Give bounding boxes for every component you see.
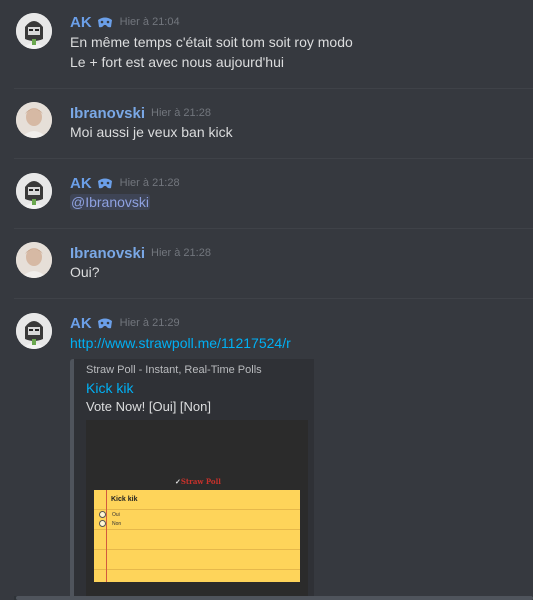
timestamp: Hier à 21:28 <box>151 107 211 119</box>
poll-notepad: Kick kik Oui Non <box>94 490 300 582</box>
message-text: En même temps c'était soit tom soit roy … <box>70 34 353 50</box>
robot-avatar-icon <box>16 173 52 209</box>
message-text: http://www.strawpoll.me/11217524/r <box>70 335 291 351</box>
message-ibranovski-2: Ibranovski Hier à 21:28 Oui? <box>0 230 533 298</box>
timestamp: Hier à 21:28 <box>151 247 211 259</box>
robot-avatar-icon <box>16 313 52 349</box>
scrollbar-thumb[interactable] <box>16 596 533 600</box>
avatar[interactable] <box>16 313 52 349</box>
username[interactable]: AK <box>70 175 92 192</box>
link-embed: Straw Poll - Instant, Real-Time Polls Ki… <box>70 359 314 600</box>
message-ak-1: AK Hier à 21:04 En même temps c'était so… <box>0 0 533 90</box>
poll-option-label: Oui <box>112 511 120 518</box>
message-ibranovski-1: Ibranovski Hier à 21:28 Moi aussi je veu… <box>0 90 533 158</box>
poll-title: Kick kik <box>111 496 138 503</box>
username[interactable]: Ibranovski <box>70 245 145 262</box>
strawpoll-link[interactable]: http://www.strawpoll.me/11217524/r <box>70 335 291 351</box>
poll-option: Oui <box>99 511 120 518</box>
avatar[interactable] <box>16 173 52 209</box>
message-text: @Ibranovski <box>70 194 151 210</box>
game-controller-icon <box>96 14 114 30</box>
radio-icon <box>99 511 106 518</box>
message-divider <box>14 158 533 159</box>
strawpoll-logo: ✓Straw Poll <box>175 477 221 486</box>
embed-description: Vote Now! [Oui] [Non] <box>86 399 212 414</box>
strawpoll-logo-text: Straw Poll <box>180 477 221 486</box>
embed-title[interactable]: Kick kik <box>86 380 133 396</box>
poll-option-label: Non <box>112 520 122 527</box>
message-divider <box>14 228 533 229</box>
game-controller-icon <box>96 175 114 191</box>
avatar[interactable] <box>16 242 52 278</box>
message-divider <box>14 88 533 89</box>
poll-option: Non <box>99 520 121 527</box>
chat-messages: AK Hier à 21:04 En même temps c'était so… <box>0 0 533 600</box>
radio-icon <box>99 520 106 527</box>
portrait-avatar-icon <box>16 102 52 138</box>
portrait-avatar-icon <box>16 242 52 278</box>
horizontal-scrollbar[interactable] <box>14 596 533 600</box>
robot-avatar-icon <box>16 13 52 49</box>
username[interactable]: Ibranovski <box>70 105 145 122</box>
message-ak-2: AK Hier à 21:28 @Ibranovski <box>0 160 533 228</box>
username[interactable]: AK <box>70 14 92 31</box>
avatar[interactable] <box>16 13 52 49</box>
user-mention[interactable]: @Ibranovski <box>70 194 151 210</box>
notepad-margin-line <box>106 490 107 582</box>
embed-image[interactable]: ✓Straw Poll Kick kik Oui Non <box>86 420 308 600</box>
timestamp: Hier à 21:04 <box>119 16 180 28</box>
message-text: Le + fort est avec nous aujourd'hui <box>70 54 284 70</box>
message-text: Moi aussi je veux ban kick <box>70 124 233 140</box>
game-controller-icon <box>96 315 114 331</box>
message-divider <box>14 298 533 299</box>
message-text: Oui? <box>70 264 100 280</box>
timestamp: Hier à 21:28 <box>119 177 180 189</box>
timestamp: Hier à 21:29 <box>119 317 180 329</box>
username[interactable]: AK <box>70 315 92 332</box>
avatar[interactable] <box>16 102 52 138</box>
embed-provider[interactable]: Straw Poll - Instant, Real-Time Polls <box>86 364 262 376</box>
